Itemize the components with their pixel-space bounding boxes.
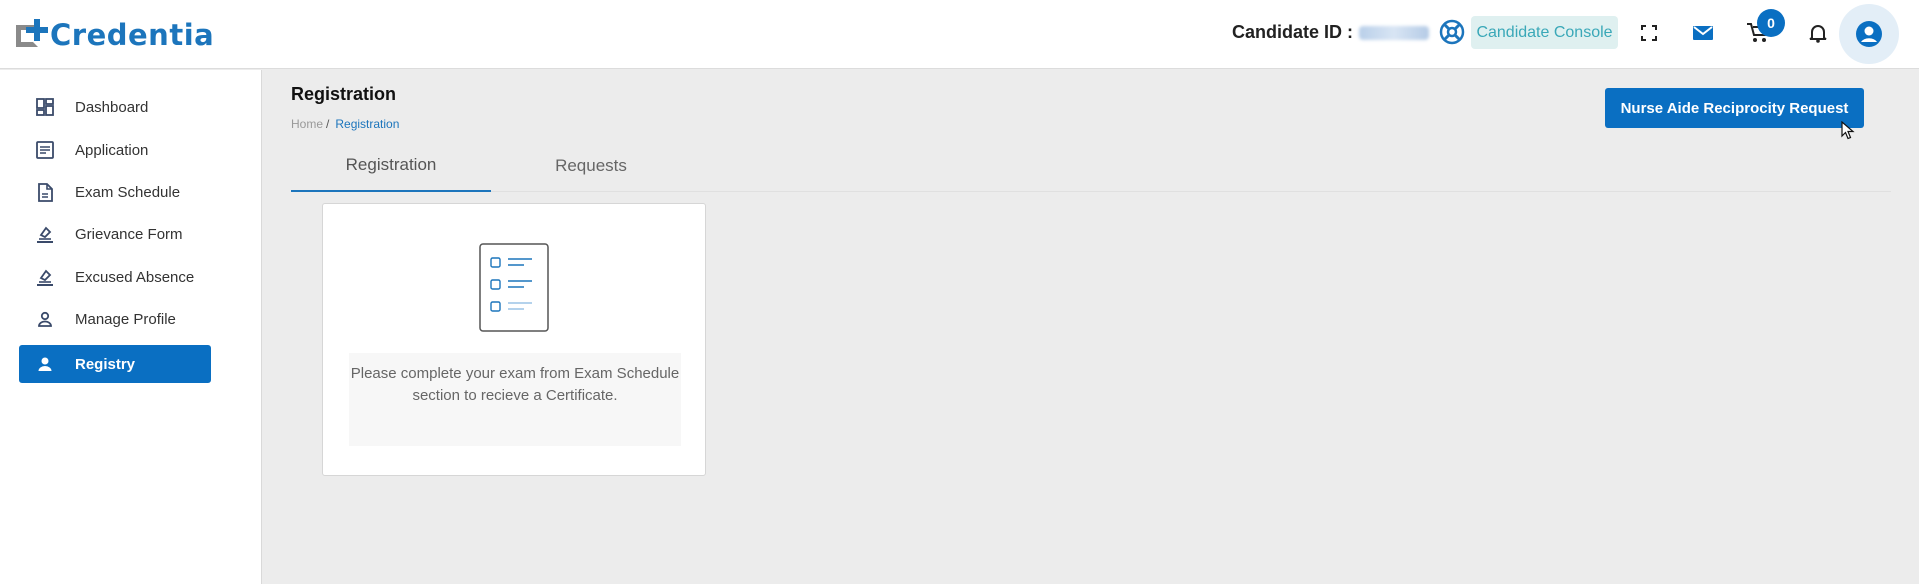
mail-icon[interactable] xyxy=(1690,20,1716,46)
sidebar-item-dashboard[interactable]: Dashboard xyxy=(19,88,211,126)
user-avatar-button[interactable] xyxy=(1839,4,1899,64)
tab-registration[interactable]: Registration xyxy=(291,140,491,192)
sidebar: Dashboard Application Exam Schedule Grie… xyxy=(0,70,262,584)
tab-requests[interactable]: Requests xyxy=(491,140,691,192)
page-title: Registration xyxy=(291,84,397,104)
sidebar-item-application[interactable]: Application xyxy=(19,131,211,169)
sidebar-item-label: Dashboard xyxy=(75,98,149,116)
candidate-id-label: Candidate ID : xyxy=(1232,22,1354,42)
document-icon xyxy=(35,182,55,202)
candidate-id-value-redacted xyxy=(1359,25,1430,40)
credentia-logo[interactable]: Credentia xyxy=(14,15,214,55)
sidebar-item-manage-profile[interactable]: Manage Profile xyxy=(19,300,211,338)
cart-count-badge: 0 xyxy=(1757,9,1785,37)
stamp-icon xyxy=(35,267,55,287)
tab-bar: Registration Requests xyxy=(291,140,1891,192)
account-circle-icon xyxy=(1856,21,1882,47)
checklist-illustration-icon xyxy=(479,243,549,332)
candidate-id: Candidate ID : xyxy=(1232,22,1430,43)
bell-icon[interactable] xyxy=(1805,20,1831,46)
breadcrumb-current: Registration xyxy=(335,117,400,131)
nurse-aide-reciprocity-request-button[interactable]: Nurse Aide Reciprocity Request xyxy=(1605,88,1864,128)
sidebar-item-label: Registry xyxy=(75,355,136,373)
empty-certificate-card: Please complete your exam from Exam Sche… xyxy=(322,203,706,476)
sidebar-item-label: Excused Absence xyxy=(75,268,195,286)
breadcrumb-separator: / xyxy=(326,117,330,131)
mouse-cursor-icon xyxy=(1841,121,1855,140)
stamp-icon xyxy=(35,224,55,244)
empty-state-message: Please complete your exam from Exam Sche… xyxy=(349,353,681,446)
breadcrumb: Home / Registration xyxy=(291,117,399,131)
person-icon xyxy=(35,309,55,329)
sidebar-item-label: Exam Schedule xyxy=(75,183,181,201)
application-icon xyxy=(35,140,55,160)
person-icon xyxy=(35,354,55,374)
support-lifebuoy-icon[interactable] xyxy=(1439,19,1465,45)
breadcrumb-home[interactable]: Home xyxy=(291,117,323,131)
sidebar-item-registry[interactable]: Registry xyxy=(19,345,211,383)
sidebar-item-label: Grievance Form xyxy=(75,225,183,243)
sidebar-item-grievance-form[interactable]: Grievance Form xyxy=(19,215,211,253)
candidate-console-button[interactable]: Candidate Console xyxy=(1471,16,1618,49)
dashboard-icon xyxy=(35,97,55,117)
logo-mark-icon xyxy=(14,17,50,53)
logo-text: Credentia xyxy=(50,18,215,52)
fullscreen-icon[interactable] xyxy=(1636,20,1662,46)
sidebar-item-label: Manage Profile xyxy=(75,310,176,328)
sidebar-item-label: Application xyxy=(75,141,149,159)
sidebar-item-excused-absence[interactable]: Excused Absence xyxy=(19,258,211,296)
sidebar-item-exam-schedule[interactable]: Exam Schedule xyxy=(19,173,211,211)
top-header: Credentia Candidate ID : Candidate Conso… xyxy=(0,0,1919,69)
